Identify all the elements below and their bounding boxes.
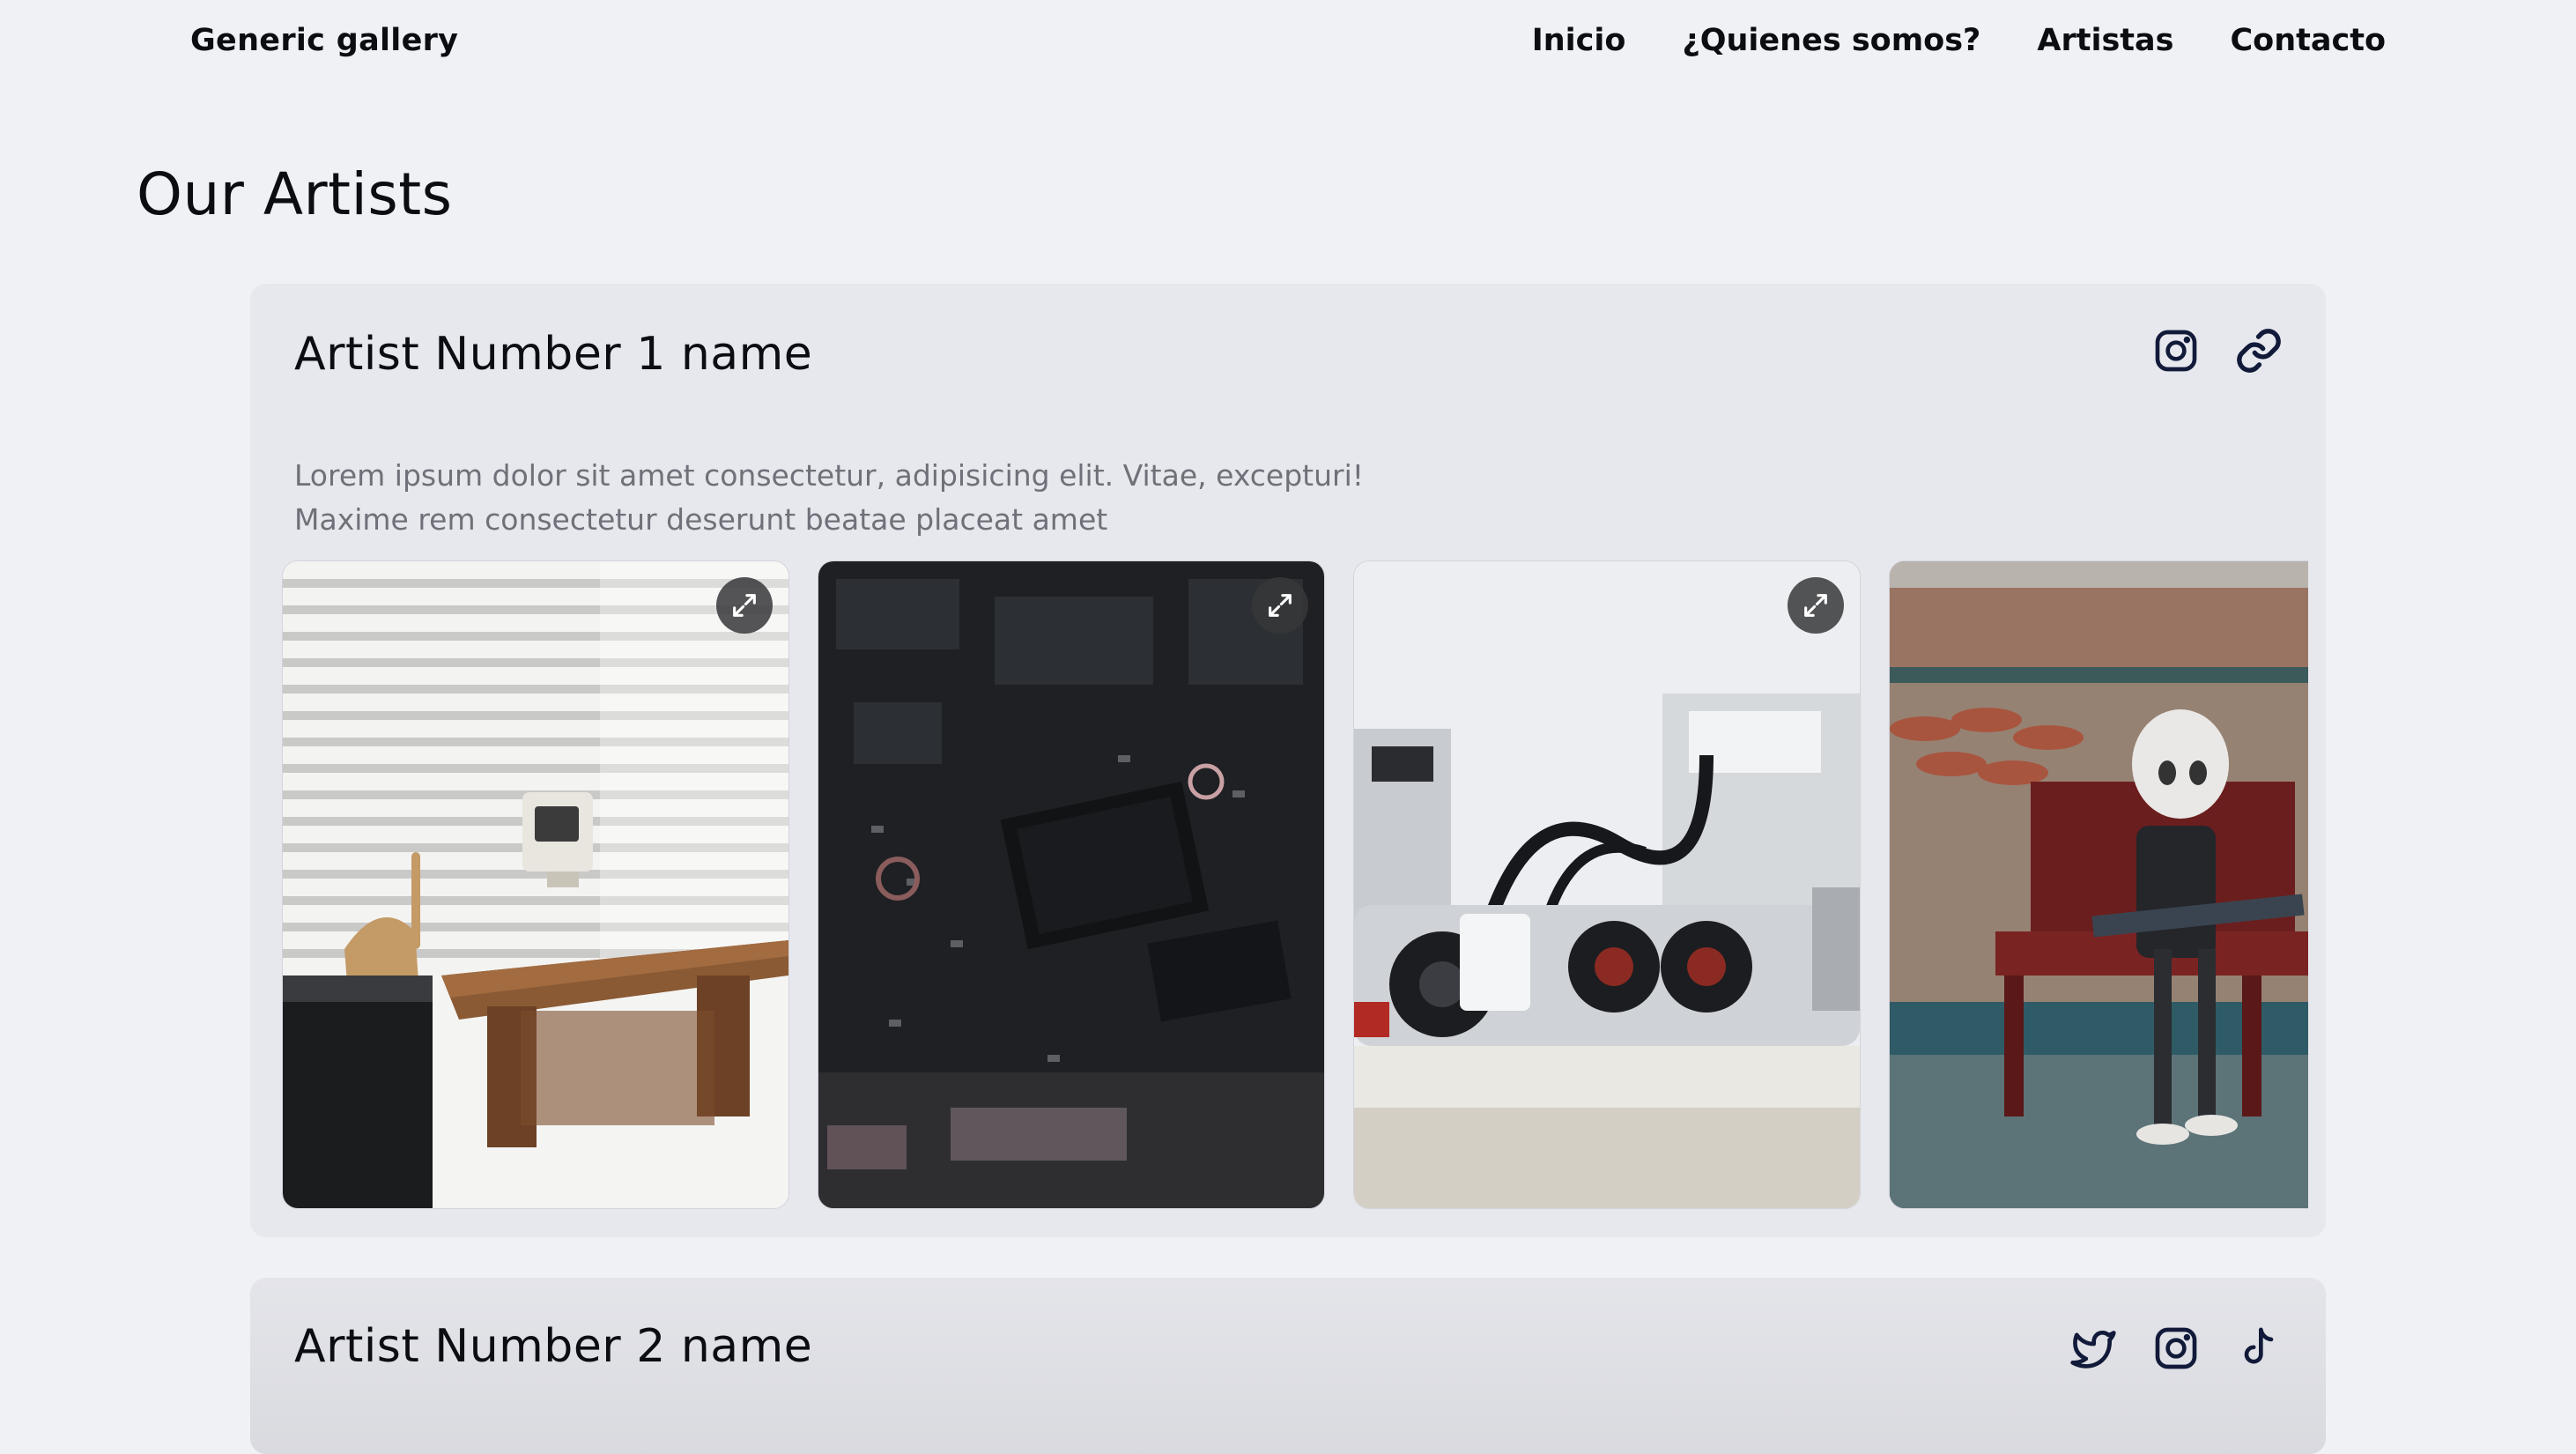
- page-title: Our Artists: [137, 160, 453, 228]
- social-links: [2151, 326, 2284, 375]
- brand-logo[interactable]: Generic gallery: [190, 23, 458, 58]
- nav-link-inicio[interactable]: Inicio: [1532, 23, 1626, 58]
- gallery-photo[interactable]: [1353, 560, 1861, 1209]
- expand-icon: [733, 594, 756, 617]
- instagram-icon: [2155, 330, 2197, 372]
- gallery-photo[interactable]: [818, 560, 1325, 1209]
- tiktok-icon: [2244, 1327, 2274, 1364]
- photo-lego-robot: [1354, 561, 1860, 1208]
- photo-circuit-board: [818, 561, 1324, 1208]
- nav-link-artistas[interactable]: Artistas: [2037, 23, 2173, 58]
- expand-button[interactable]: [1252, 577, 1308, 634]
- photo-gallery: [282, 560, 2308, 1209]
- twitter-icon: [2070, 1330, 2116, 1369]
- photo-robot-on-desk: [283, 561, 788, 1208]
- link-icon: [2237, 329, 2281, 373]
- nav-link-quienes-somos[interactable]: ¿Quienes somos?: [1682, 23, 1980, 58]
- artist-description: Lorem ipsum dolor sit amet consectetur, …: [294, 458, 1364, 537]
- expand-button[interactable]: [716, 577, 773, 634]
- gallery-photo[interactable]: [282, 560, 789, 1209]
- twitter-link[interactable]: [2069, 1324, 2118, 1373]
- nav-links: Inicio ¿Quienes somos? Artistas Contacto: [1532, 23, 2386, 58]
- website-link[interactable]: [2234, 326, 2284, 375]
- instagram-icon: [2155, 1327, 2197, 1369]
- gallery-photo[interactable]: [1889, 560, 2308, 1209]
- social-links: [2069, 1324, 2284, 1373]
- nav-link-contacto[interactable]: Contacto: [2230, 23, 2386, 58]
- photo-robot-on-bench: [1890, 561, 2308, 1208]
- artist-name: Artist Number 2 name: [294, 1320, 813, 1373]
- artist-card: Artist Number 2 name: [250, 1278, 2326, 1454]
- navbar: Generic gallery Inicio ¿Quienes somos? A…: [0, 0, 2576, 92]
- artist-card: Artist Number 1 name Lorem ipsum dolor s…: [250, 284, 2326, 1237]
- expand-button[interactable]: [1788, 577, 1844, 634]
- tiktok-link[interactable]: [2234, 1324, 2284, 1373]
- expand-icon: [1269, 594, 1292, 617]
- instagram-link[interactable]: [2151, 326, 2201, 375]
- expand-icon: [1804, 594, 1827, 617]
- artist-name: Artist Number 1 name: [294, 328, 813, 381]
- instagram-link[interactable]: [2151, 1324, 2201, 1373]
